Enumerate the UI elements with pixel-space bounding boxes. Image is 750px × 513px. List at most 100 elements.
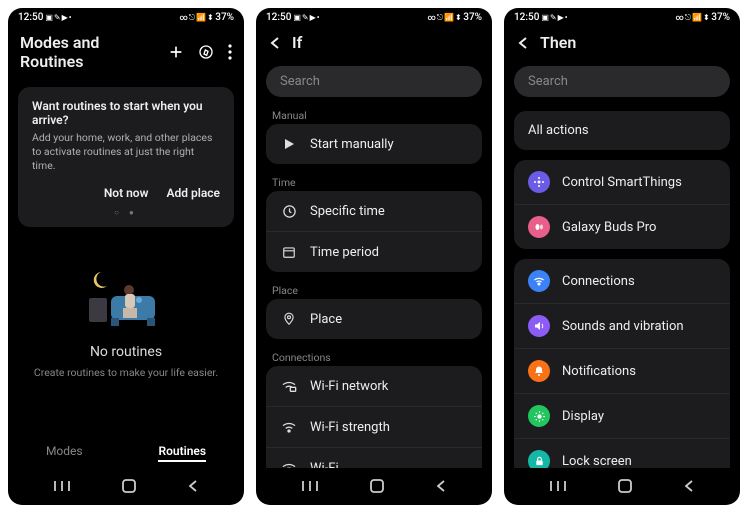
- row-label: Wi-Fi strength: [310, 420, 390, 435]
- battery-percent: 37%: [463, 12, 482, 23]
- row-label: Galaxy Buds Pro: [562, 220, 656, 235]
- back-button[interactable]: [435, 479, 447, 496]
- clock: 12:50: [18, 12, 43, 23]
- search-input[interactable]: Search: [514, 66, 730, 97]
- display-icon: [528, 405, 550, 427]
- notifications-icon: [528, 360, 550, 382]
- back-button[interactable]: [187, 479, 199, 496]
- row-place[interactable]: Place: [266, 299, 482, 339]
- home-button[interactable]: [369, 478, 385, 497]
- card-title: Want routines to start when you arrive?: [32, 99, 220, 127]
- row-time-period[interactable]: Time period: [266, 232, 482, 272]
- row-label: Sounds and vibration: [562, 319, 684, 334]
- suggestion-card: Want routines to start when you arrive? …: [18, 87, 234, 227]
- home-button[interactable]: [617, 478, 633, 497]
- nav-bar: [8, 468, 244, 505]
- not-now-button[interactable]: Not now: [104, 186, 149, 200]
- status-bar: 12:50 ▣ ✎ ▶ • ∞ ⎋ 📶 ⬍ 37%: [504, 8, 740, 25]
- row-label: Time period: [310, 245, 379, 260]
- more-icon[interactable]: [228, 44, 232, 60]
- row-label: Place: [310, 312, 342, 327]
- back-button[interactable]: [683, 479, 695, 496]
- row-label: Start manually: [310, 137, 394, 152]
- row-display[interactable]: Display: [514, 394, 730, 439]
- recents-button[interactable]: [301, 479, 319, 496]
- buds-icon: [528, 216, 550, 238]
- home-button[interactable]: [121, 478, 137, 497]
- play-icon: [280, 135, 298, 153]
- row-lockscreen[interactable]: Lock screen: [514, 439, 730, 468]
- row-galaxy-buds[interactable]: Galaxy Buds Pro: [514, 205, 730, 249]
- row-notifications[interactable]: Notifications: [514, 349, 730, 394]
- explore-icon[interactable]: [198, 44, 214, 60]
- row-label: Wi-Fi: [310, 461, 339, 469]
- card-body: Add your home, work, and other places to…: [32, 131, 220, 174]
- section-place: Place: [256, 280, 492, 299]
- section-time: Time: [256, 172, 492, 191]
- row-label: Wi-Fi network: [310, 379, 388, 394]
- status-left-icons: ▣ ✎ ▶ •: [293, 13, 319, 22]
- connections-icon: [528, 270, 550, 292]
- empty-state: No routines Create routines to make your…: [8, 235, 244, 434]
- clock: 12:50: [266, 12, 291, 23]
- recents-button[interactable]: [549, 479, 567, 496]
- status-left-icons: ▣ ✎ ▶ •: [45, 13, 71, 22]
- phone-screen-3: 12:50 ▣ ✎ ▶ • ∞ ⎋ 📶 ⬍ 37% Then Search Al…: [504, 8, 740, 505]
- row-wifi[interactable]: Wi-Fi: [266, 448, 482, 468]
- phone-screen-1: 12:50 ▣ ✎ ▶ • ∞ ⎋ 📶 ⬍ 37% Modes and Rout…: [8, 8, 244, 505]
- sounds-icon: [528, 315, 550, 337]
- wifi-network-icon: [280, 377, 298, 395]
- status-right-icons: ∞ ⎋ 📶 ⬍: [179, 13, 213, 23]
- location-icon: [280, 310, 298, 328]
- tab-routines[interactable]: Routines: [158, 444, 206, 462]
- status-right-icons: ∞ ⎋ 📶 ⬍: [675, 13, 709, 23]
- tab-modes[interactable]: Modes: [46, 444, 83, 462]
- wifi-strength-icon: [280, 418, 298, 436]
- smartthings-icon: [528, 171, 550, 193]
- wifi-icon: [280, 459, 298, 468]
- page-title: Modes and Routines: [20, 33, 158, 71]
- row-wifi-strength[interactable]: Wi-Fi strength: [266, 407, 482, 448]
- row-connections[interactable]: Connections: [514, 259, 730, 304]
- row-label: Display: [562, 409, 604, 424]
- row-label: Connections: [562, 274, 635, 289]
- page-title: Then: [540, 33, 728, 52]
- row-label: Lock screen: [562, 454, 632, 469]
- section-connections: Connections: [256, 347, 492, 366]
- row-smartthings[interactable]: Control SmartThings: [514, 160, 730, 205]
- section-manual: Manual: [256, 105, 492, 124]
- status-right-icons: ∞ ⎋ 📶 ⬍: [427, 13, 461, 23]
- app-header: Then: [504, 25, 740, 60]
- back-icon[interactable]: [516, 36, 530, 50]
- add-place-button[interactable]: Add place: [166, 186, 220, 200]
- calendar-icon: [280, 243, 298, 261]
- battery-percent: 37%: [711, 12, 730, 23]
- clock: 12:50: [514, 12, 539, 23]
- search-input[interactable]: Search: [266, 66, 482, 97]
- empty-illustration: [81, 260, 171, 330]
- row-wifi-network[interactable]: Wi-Fi network: [266, 366, 482, 407]
- row-label: Control SmartThings: [562, 175, 682, 190]
- clock-icon: [280, 202, 298, 220]
- recents-button[interactable]: [53, 479, 71, 496]
- row-label: Notifications: [562, 364, 636, 379]
- empty-subtitle: Create routines to make your life easier…: [34, 366, 218, 379]
- bottom-tabs: Modes Routines: [8, 434, 244, 468]
- page-title: If: [292, 33, 480, 52]
- row-label: All actions: [528, 123, 589, 138]
- status-left-icons: ▣ ✎ ▶ •: [541, 13, 567, 22]
- status-bar: 12:50 ▣ ✎ ▶ • ∞ ⎋ 📶 ⬍ 37%: [8, 8, 244, 25]
- add-icon[interactable]: [168, 44, 184, 60]
- empty-title: No routines: [90, 344, 162, 360]
- back-icon[interactable]: [268, 36, 282, 50]
- row-sounds[interactable]: Sounds and vibration: [514, 304, 730, 349]
- nav-bar: [256, 468, 492, 505]
- battery-percent: 37%: [215, 12, 234, 23]
- row-start-manually[interactable]: Start manually: [266, 124, 482, 164]
- nav-bar: [504, 468, 740, 505]
- lock-icon: [528, 450, 550, 468]
- row-specific-time[interactable]: Specific time: [266, 191, 482, 232]
- all-actions-row[interactable]: All actions: [514, 111, 730, 150]
- row-label: Specific time: [310, 204, 385, 219]
- status-bar: 12:50 ▣ ✎ ▶ • ∞ ⎋ 📶 ⬍ 37%: [256, 8, 492, 25]
